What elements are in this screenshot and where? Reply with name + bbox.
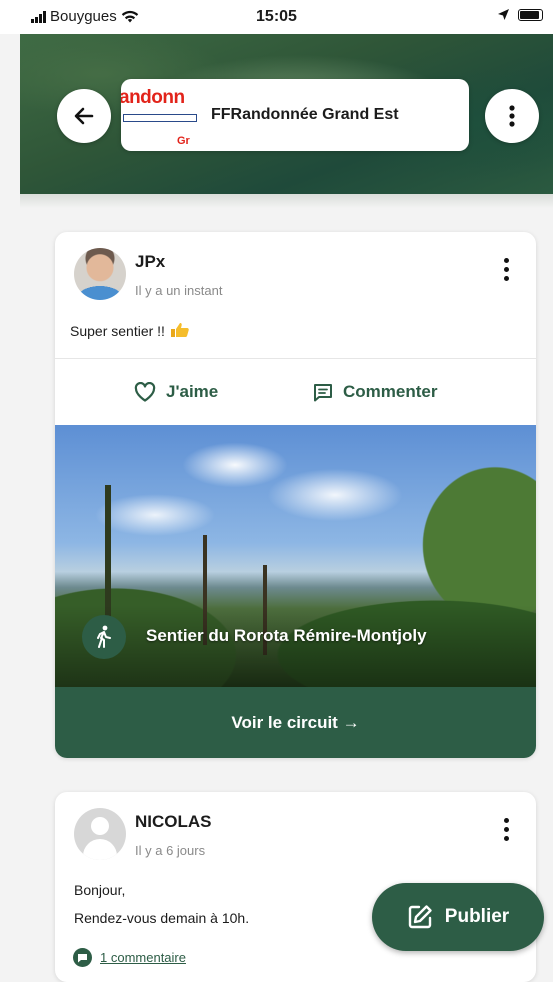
logo-strip [123, 114, 197, 122]
arrow-left-icon [74, 107, 94, 125]
post-time: Il y a 6 jours [135, 843, 206, 858]
group-header-card[interactable]: andonn Gr FFRandonnée Grand Est [121, 79, 469, 151]
post-text-line: Rendez-vous demain à 10h. [74, 910, 250, 926]
battery-icon [518, 8, 543, 21]
comment-count-icon [73, 948, 92, 967]
hiker-badge [82, 615, 126, 659]
back-button[interactable] [57, 89, 111, 143]
hiker-icon [97, 625, 111, 648]
publish-button[interactable]: Publier [372, 883, 544, 951]
clock: 15:05 [256, 8, 297, 25]
divider [55, 358, 536, 359]
like-button[interactable]: J'aime [134, 382, 218, 402]
post-body: Super sentier !! [70, 323, 165, 339]
heart-icon [134, 382, 156, 402]
banner-shadow [20, 194, 553, 208]
post-author[interactable]: NICOLAS [135, 812, 212, 832]
status-bar: Bouygues 15:05 [0, 0, 553, 34]
photo-gradient [55, 605, 536, 687]
comment-label: Commenter [343, 382, 438, 401]
comment-button[interactable]: Commenter [313, 382, 437, 402]
post-card: JPx Il y a un instant Super sentier !! J… [55, 232, 536, 758]
thumbs-up-icon [170, 323, 189, 337]
avatar[interactable] [74, 808, 126, 860]
comments-link-label: 1 commentaire [100, 950, 186, 965]
post-menu-button[interactable] [504, 818, 510, 841]
location-arrow-icon [498, 9, 509, 20]
post-author[interactable]: JPx [135, 252, 165, 272]
group-logo: andonn Gr [121, 83, 199, 149]
view-trail-button[interactable]: Voir le circuit → [55, 687, 536, 758]
group-menu-button[interactable] [485, 89, 539, 143]
post-time: Il y a un instant [135, 283, 223, 298]
logo-suffix: Gr [177, 135, 190, 147]
logo-text: andonn [121, 87, 185, 108]
edit-icon [408, 905, 432, 929]
comment-icon [314, 383, 332, 401]
post-text: Super sentier !! [70, 322, 191, 339]
comments-link[interactable]: 1 commentaire [73, 948, 186, 967]
group-name: FFRandonnée Grand Est [211, 106, 399, 123]
like-label: J'aime [166, 382, 219, 401]
post-text-line: Bonjour, [74, 882, 126, 898]
post-menu-button[interactable] [504, 258, 510, 281]
publish-label: Publier [444, 906, 510, 927]
trail-name: Sentier du Rorota Rémire-Montjoly [146, 626, 427, 645]
avatar[interactable] [74, 248, 126, 300]
kebab-menu-icon [509, 105, 515, 127]
trail-photo[interactable]: Sentier du Rorota Rémire-Montjoly [55, 425, 536, 687]
